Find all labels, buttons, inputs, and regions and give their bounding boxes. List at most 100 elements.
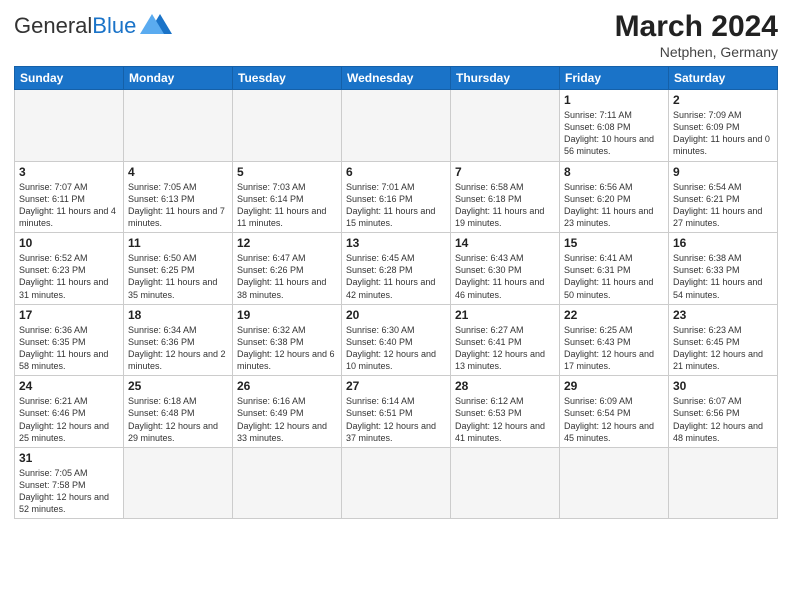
day-number: 7 (455, 165, 555, 179)
calendar-cell (15, 90, 124, 162)
day-info: Sunrise: 6:50 AM Sunset: 6:25 PM Dayligh… (128, 252, 228, 301)
logo: GeneralBlue (14, 10, 172, 42)
day-info: Sunrise: 6:27 AM Sunset: 6:41 PM Dayligh… (455, 324, 555, 373)
day-info: Sunrise: 6:41 AM Sunset: 6:31 PM Dayligh… (564, 252, 664, 301)
day-number: 30 (673, 379, 773, 393)
calendar-cell: 13 Sunrise: 6:45 AM Sunset: 6:28 PM Dayli… (342, 233, 451, 305)
calendar-cell: 5 Sunrise: 7:03 AM Sunset: 6:14 PM Daylig… (233, 161, 342, 233)
header-wednesday: Wednesday (342, 67, 451, 90)
calendar-cell (124, 90, 233, 162)
calendar-cell: 30 Sunrise: 6:07 AM Sunset: 6:56 PM Dayli… (669, 376, 778, 448)
calendar-cell: 9Sunrise: 6:54 AM Sunset: 6:21 PM Daylig… (669, 161, 778, 233)
day-info: Sunrise: 7:07 AM Sunset: 6:11 PM Dayligh… (19, 181, 119, 230)
calendar-week-6: 31 Sunrise: 7:05 AM Sunset: 7:58 PM Dayli… (15, 447, 778, 519)
calendar-cell: 11 Sunrise: 6:50 AM Sunset: 6:25 PM Dayli… (124, 233, 233, 305)
day-info: Sunrise: 7:03 AM Sunset: 6:14 PM Dayligh… (237, 181, 337, 230)
day-number: 20 (346, 308, 446, 322)
day-number: 26 (237, 379, 337, 393)
calendar-cell (233, 447, 342, 519)
day-number: 31 (19, 451, 119, 465)
day-number: 22 (564, 308, 664, 322)
day-info: Sunrise: 6:47 AM Sunset: 6:26 PM Dayligh… (237, 252, 337, 301)
calendar-cell: 16 Sunrise: 6:38 AM Sunset: 6:33 PM Dayli… (669, 233, 778, 305)
day-number: 27 (346, 379, 446, 393)
day-number: 13 (346, 236, 446, 250)
day-number: 23 (673, 308, 773, 322)
calendar-cell: 19Sunrise: 6:32 AM Sunset: 6:38 PM Dayli… (233, 304, 342, 376)
day-number: 2 (673, 93, 773, 107)
day-number: 6 (346, 165, 446, 179)
calendar-cell: 12Sunrise: 6:47 AM Sunset: 6:26 PM Dayli… (233, 233, 342, 305)
logo-general-text: General (14, 13, 92, 38)
day-number: 21 (455, 308, 555, 322)
day-info: Sunrise: 6:36 AM Sunset: 6:35 PM Dayligh… (19, 324, 119, 373)
day-info: Sunrise: 6:21 AM Sunset: 6:46 PM Dayligh… (19, 395, 119, 444)
day-info: Sunrise: 6:45 AM Sunset: 6:28 PM Dayligh… (346, 252, 446, 301)
calendar-cell: 14 Sunrise: 6:43 AM Sunset: 6:30 PM Dayli… (451, 233, 560, 305)
calendar-cell (669, 447, 778, 519)
day-info: Sunrise: 6:14 AM Sunset: 6:51 PM Dayligh… (346, 395, 446, 444)
calendar-cell (233, 90, 342, 162)
calendar-cell (451, 447, 560, 519)
calendar-cell: 6Sunrise: 7:01 AM Sunset: 6:16 PM Daylig… (342, 161, 451, 233)
calendar-week-3: 10 Sunrise: 6:52 AM Sunset: 6:23 PM Dayli… (15, 233, 778, 305)
day-number: 11 (128, 236, 228, 250)
day-info: Sunrise: 6:52 AM Sunset: 6:23 PM Dayligh… (19, 252, 119, 301)
day-number: 17 (19, 308, 119, 322)
day-number: 10 (19, 236, 119, 250)
calendar-cell: 17 Sunrise: 6:36 AM Sunset: 6:35 PM Dayli… (15, 304, 124, 376)
day-number: 19 (237, 308, 337, 322)
day-info: Sunrise: 6:30 AM Sunset: 6:40 PM Dayligh… (346, 324, 446, 373)
calendar-cell: 8 Sunrise: 6:56 AM Sunset: 6:20 PM Daylig… (560, 161, 669, 233)
header-thursday: Thursday (451, 67, 560, 90)
day-info: Sunrise: 6:12 AM Sunset: 6:53 PM Dayligh… (455, 395, 555, 444)
day-info: Sunrise: 6:54 AM Sunset: 6:21 PM Dayligh… (673, 181, 773, 230)
calendar-cell: 10 Sunrise: 6:52 AM Sunset: 6:23 PM Dayli… (15, 233, 124, 305)
calendar-cell: 20 Sunrise: 6:30 AM Sunset: 6:40 PM Dayli… (342, 304, 451, 376)
day-info: Sunrise: 7:09 AM Sunset: 6:09 PM Dayligh… (673, 109, 773, 158)
calendar-cell: 27 Sunrise: 6:14 AM Sunset: 6:51 PM Dayli… (342, 376, 451, 448)
page-header: GeneralBlue March 2024 Netphen, Germany (14, 10, 778, 60)
day-info: Sunrise: 6:16 AM Sunset: 6:49 PM Dayligh… (237, 395, 337, 444)
day-number: 28 (455, 379, 555, 393)
calendar-cell: 22 Sunrise: 6:25 AM Sunset: 6:43 PM Dayli… (560, 304, 669, 376)
day-info: Sunrise: 6:56 AM Sunset: 6:20 PM Dayligh… (564, 181, 664, 230)
calendar-cell: 7Sunrise: 6:58 AM Sunset: 6:18 PM Daylig… (451, 161, 560, 233)
calendar-cell: 18Sunrise: 6:34 AM Sunset: 6:36 PM Dayli… (124, 304, 233, 376)
day-number: 4 (128, 165, 228, 179)
day-number: 29 (564, 379, 664, 393)
day-number: 18 (128, 308, 228, 322)
day-info: Sunrise: 6:43 AM Sunset: 6:30 PM Dayligh… (455, 252, 555, 301)
calendar-cell: 1Sunrise: 7:11 AM Sunset: 6:08 PM Daylig… (560, 90, 669, 162)
day-number: 15 (564, 236, 664, 250)
calendar-cell (124, 447, 233, 519)
day-number: 25 (128, 379, 228, 393)
calendar-cell: 21 Sunrise: 6:27 AM Sunset: 6:41 PM Dayli… (451, 304, 560, 376)
calendar-cell: 3 Sunrise: 7:07 AM Sunset: 6:11 PM Daylig… (15, 161, 124, 233)
day-number: 24 (19, 379, 119, 393)
day-number: 16 (673, 236, 773, 250)
calendar-cell: 23Sunrise: 6:23 AM Sunset: 6:45 PM Dayli… (669, 304, 778, 376)
day-info: Sunrise: 6:38 AM Sunset: 6:33 PM Dayligh… (673, 252, 773, 301)
header-saturday: Saturday (669, 67, 778, 90)
header-monday: Monday (124, 67, 233, 90)
day-number: 3 (19, 165, 119, 179)
location-subtitle: Netphen, Germany (615, 44, 778, 60)
calendar-cell (560, 447, 669, 519)
logo-blue-text: Blue (92, 13, 136, 38)
logo-icon (140, 10, 172, 42)
day-info: Sunrise: 7:05 AM Sunset: 6:13 PM Dayligh… (128, 181, 228, 230)
day-info: Sunrise: 6:25 AM Sunset: 6:43 PM Dayligh… (564, 324, 664, 373)
day-info: Sunrise: 7:11 AM Sunset: 6:08 PM Dayligh… (564, 109, 664, 158)
calendar-cell: 26 Sunrise: 6:16 AM Sunset: 6:49 PM Dayli… (233, 376, 342, 448)
day-number: 14 (455, 236, 555, 250)
day-number: 5 (237, 165, 337, 179)
calendar-cell: 24 Sunrise: 6:21 AM Sunset: 6:46 PM Dayli… (15, 376, 124, 448)
calendar-week-4: 17 Sunrise: 6:36 AM Sunset: 6:35 PM Dayli… (15, 304, 778, 376)
day-number: 8 (564, 165, 664, 179)
calendar-cell (451, 90, 560, 162)
calendar-cell (342, 90, 451, 162)
day-info: Sunrise: 6:07 AM Sunset: 6:56 PM Dayligh… (673, 395, 773, 444)
day-info: Sunrise: 7:05 AM Sunset: 7:58 PM Dayligh… (19, 467, 119, 516)
header-friday: Friday (560, 67, 669, 90)
